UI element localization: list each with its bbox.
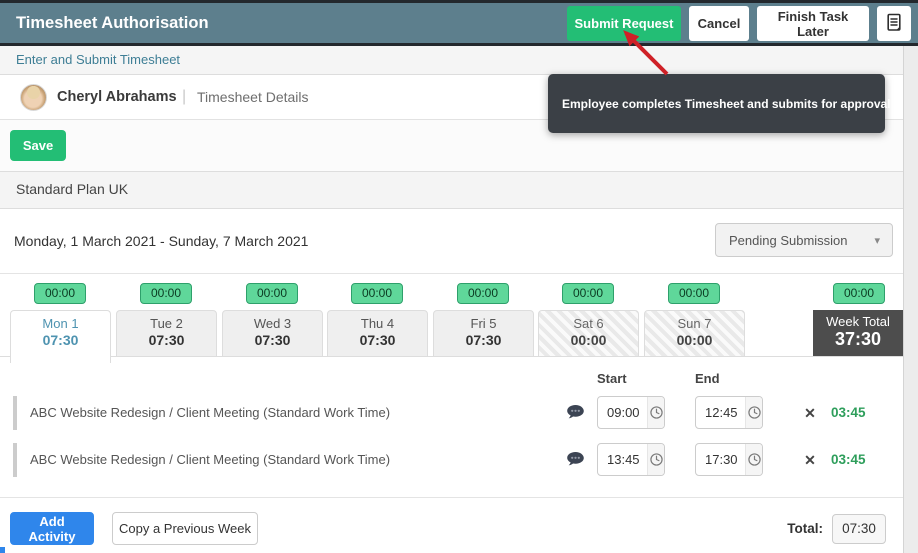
start-time-input[interactable] (598, 397, 647, 428)
tab-day-label: Fri 5 (434, 316, 533, 331)
tab-day-label: Sat 6 (539, 316, 638, 331)
activity-row: ABC Website Redesign / Client Meeting (S… (0, 441, 903, 479)
caret-down-icon: ▾ (874, 234, 892, 247)
row-duration: 03:45 (831, 441, 866, 479)
status-value: Pending Submission (716, 233, 874, 248)
activity-name: ABC Website Redesign / Client Meeting (S… (30, 441, 390, 479)
end-time-input[interactable] (696, 444, 745, 475)
separator (0, 497, 903, 498)
day-badge-tue: 00:00 (140, 283, 192, 304)
tab-day-total: 07:30 (434, 332, 533, 348)
page-title: Timesheet Authorisation (16, 3, 209, 43)
end-time-field (695, 396, 763, 429)
start-time-field (597, 396, 665, 429)
tooltip: Employee completes Timesheet and submits… (548, 74, 885, 133)
day-badge-sat: 00:00 (562, 283, 614, 304)
activity-row: ABC Website Redesign / Client Meeting (S… (0, 394, 903, 432)
divider: | (182, 75, 186, 120)
tab-sat-6[interactable]: Sat 6 00:00 (538, 310, 639, 357)
avatar (20, 84, 47, 111)
offscreen-button-sliver (0, 547, 5, 553)
remove-row-icon[interactable]: ✕ (800, 441, 820, 479)
timesheet-page: Timesheet Authorisation Submit Request C… (0, 0, 918, 553)
tab-day-total: 00:00 (539, 332, 638, 348)
clock-icon[interactable] (745, 397, 762, 428)
tab-day-total: 07:30 (223, 332, 322, 348)
week-total-badge: 00:00 (833, 283, 885, 304)
end-column-header: End (695, 371, 720, 386)
tab-thu-4[interactable]: Thu 4 07:30 (327, 310, 428, 357)
day-badge-mon: 00:00 (34, 283, 86, 304)
tab-day-label: Mon 1 (11, 316, 110, 331)
tab-day-label: Wed 3 (223, 316, 322, 331)
scrollbar-track[interactable] (903, 46, 918, 553)
row-duration: 03:45 (831, 394, 866, 432)
submit-request-button[interactable]: Submit Request (567, 6, 681, 41)
tab-sun-7[interactable]: Sun 7 00:00 (644, 310, 745, 357)
end-time-input[interactable] (696, 397, 745, 428)
tab-wed-3[interactable]: Wed 3 07:30 (222, 310, 323, 357)
activity-accent-bar (13, 396, 17, 430)
week-total-value: 37:30 (813, 329, 903, 350)
finish-task-later-button[interactable]: Finish Task Later (757, 6, 869, 41)
start-time-input[interactable] (598, 444, 647, 475)
week-range: Monday, 1 March 2021 - Sunday, 7 March 2… (14, 209, 308, 273)
week-total-label: Week Total (813, 314, 903, 329)
total-label: Total: (781, 512, 823, 545)
status-select[interactable]: Pending Submission ▾ (715, 223, 893, 257)
tab-day-label: Sun 7 (645, 316, 744, 331)
end-time-field (695, 443, 763, 476)
user-name: Cheryl Abrahams (57, 75, 177, 120)
tab-tue-2[interactable]: Tue 2 07:30 (116, 310, 217, 357)
clock-icon[interactable] (745, 444, 762, 475)
comment-icon[interactable] (566, 451, 586, 469)
start-time-field (597, 443, 665, 476)
tab-mon-1[interactable]: Mon 1 07:30 (10, 310, 111, 363)
tab-day-total: 00:00 (645, 332, 744, 348)
day-badge-sun: 00:00 (668, 283, 720, 304)
plan-name: Standard Plan UK (16, 171, 128, 209)
day-badge-thu: 00:00 (351, 283, 403, 304)
day-badge-fri: 00:00 (457, 283, 509, 304)
notes-icon (886, 13, 902, 35)
comment-icon[interactable] (566, 404, 586, 422)
add-activity-button[interactable]: Add Activity (10, 512, 94, 545)
tab-day-total: 07:30 (11, 332, 110, 348)
start-column-header: Start (597, 371, 627, 386)
cancel-button[interactable]: Cancel (689, 6, 749, 41)
tab-day-total: 07:30 (328, 332, 427, 348)
day-badge-wed: 00:00 (246, 283, 298, 304)
remove-row-icon[interactable]: ✕ (800, 394, 820, 432)
tab-day-label: Thu 4 (328, 316, 427, 331)
tab-day-total: 07:30 (117, 332, 216, 348)
notes-button[interactable] (877, 6, 911, 41)
plan-panel-header (0, 171, 903, 209)
section-label: Timesheet Details (197, 75, 309, 120)
activity-name: ABC Website Redesign / Client Meeting (S… (30, 394, 390, 432)
activity-accent-bar (13, 443, 17, 477)
tooltip-text: Employee completes Timesheet and submits… (562, 97, 891, 111)
separator (0, 273, 903, 274)
tab-fri-5[interactable]: Fri 5 07:30 (433, 310, 534, 357)
copy-previous-week-button[interactable]: Copy a Previous Week (112, 512, 258, 545)
tab-day-label: Tue 2 (117, 316, 216, 331)
clock-icon[interactable] (647, 444, 664, 475)
save-button[interactable]: Save (10, 130, 66, 161)
week-total: Week Total 37:30 (813, 310, 903, 357)
total-value: 07:30 (832, 514, 886, 544)
breadcrumb[interactable]: Enter and Submit Timesheet (16, 46, 180, 75)
tabs-baseline (0, 356, 903, 357)
clock-icon[interactable] (647, 397, 664, 428)
